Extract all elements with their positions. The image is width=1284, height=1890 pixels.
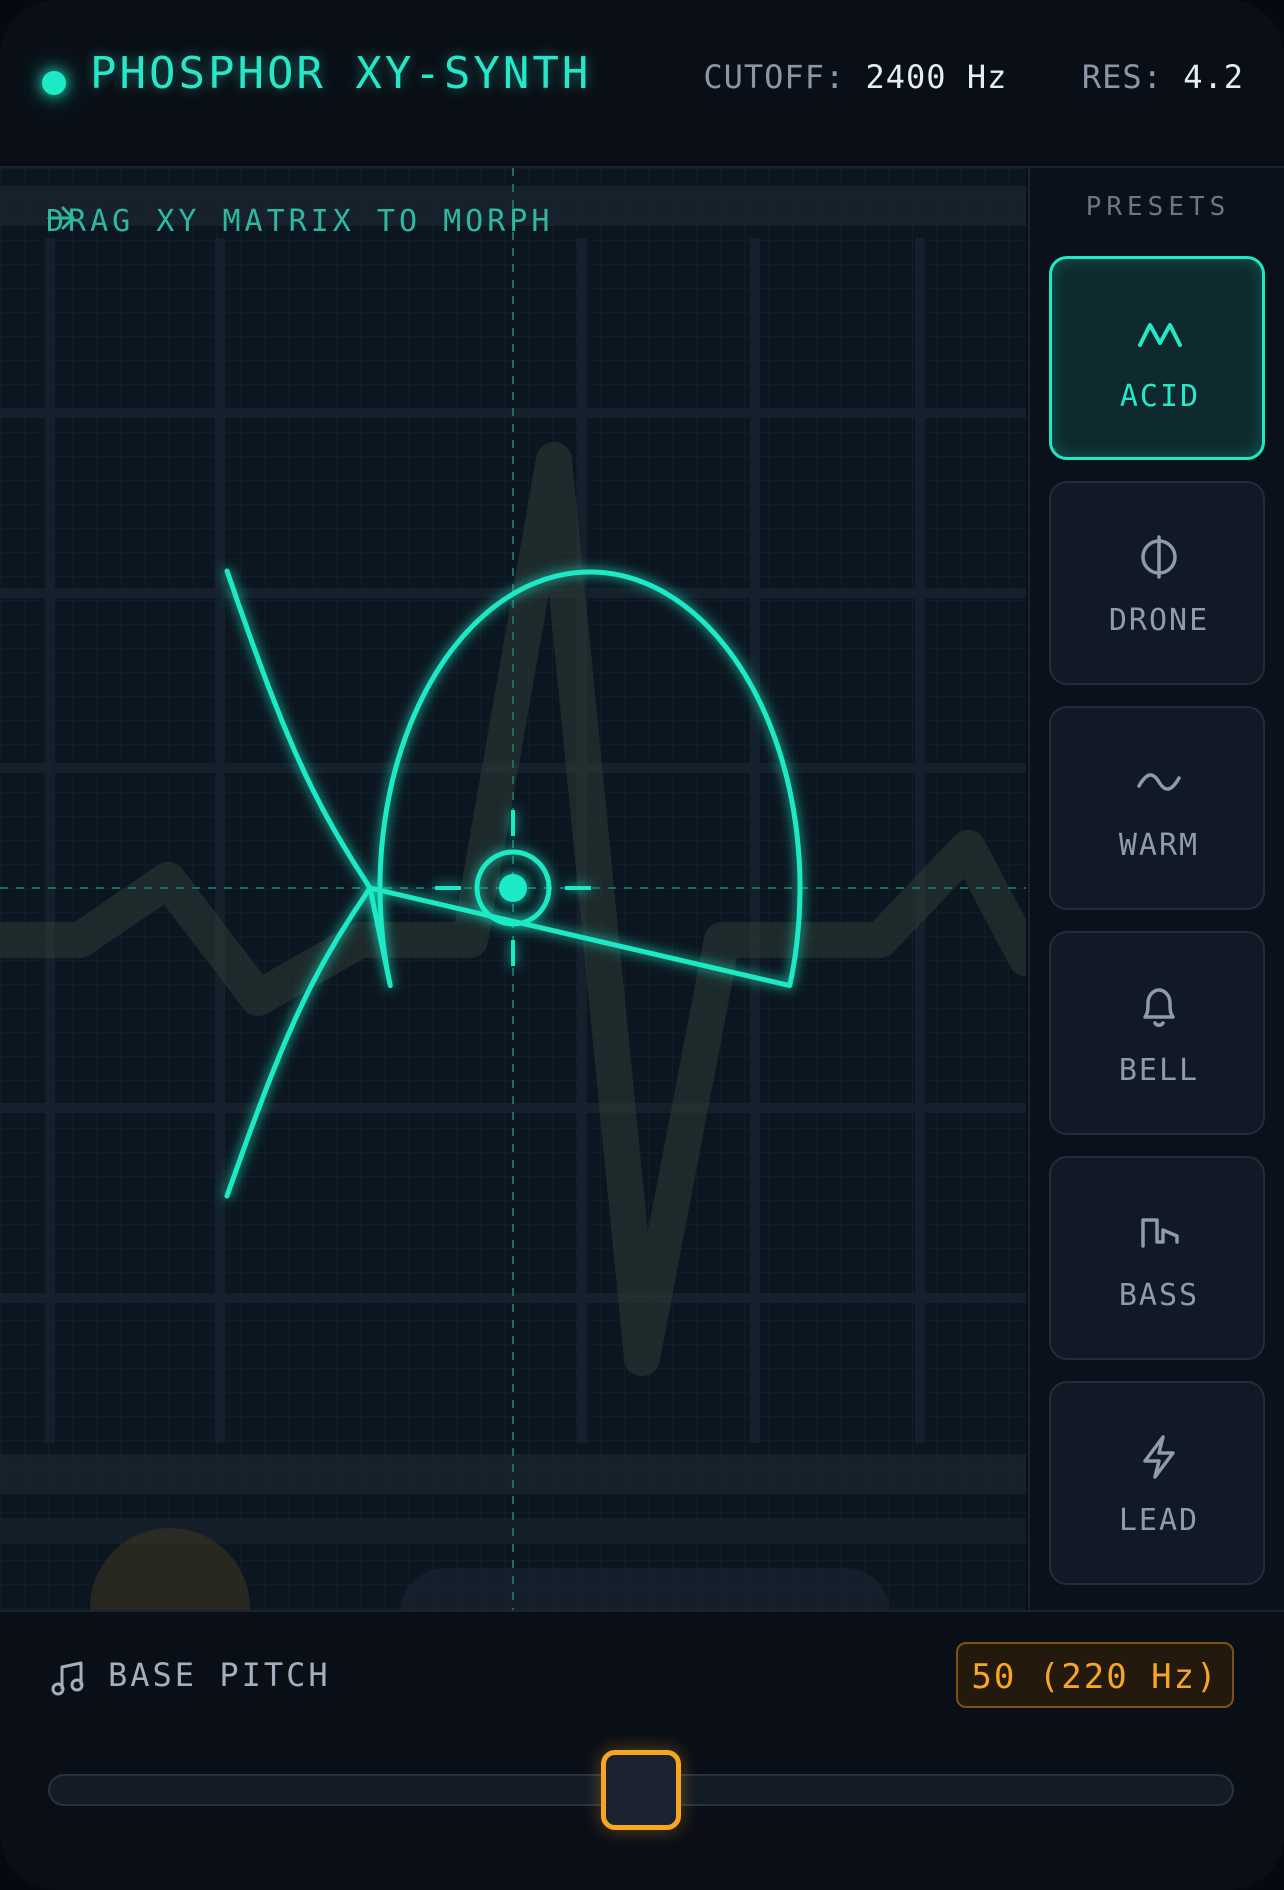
app-title: PHOSPHOR XY-SYNTH bbox=[90, 48, 592, 99]
preset-label: DRONE bbox=[1108, 603, 1210, 638]
arrow-right-icon bbox=[47, 206, 75, 230]
preset-label: BELL bbox=[1118, 1053, 1200, 1088]
cutoff-label: CUTOFF: bbox=[703, 58, 846, 96]
phi-circle-icon bbox=[1141, 535, 1177, 579]
music-note-icon bbox=[51, 1661, 84, 1696]
xy-matrix[interactable]: DRAG XY MATRIX TO MORPH bbox=[0, 168, 1026, 1610]
parameter-readouts: CUTOFF: 2400 Hz RES: 4.2 bbox=[703, 58, 1244, 96]
res-value: 4.2 bbox=[1183, 58, 1244, 96]
preset-bass[interactable]: BASS bbox=[1049, 1156, 1265, 1360]
res-label: RES: bbox=[1081, 58, 1163, 96]
footer: BASE PITCH 50 (220 Hz) bbox=[0, 1610, 1284, 1890]
preset-lead[interactable]: LEAD bbox=[1049, 1381, 1265, 1585]
presets-title: PRESETS bbox=[1085, 192, 1231, 222]
header: PHOSPHOR XY-SYNTH CUTOFF: 2400 Hz RES: 4… bbox=[0, 0, 1284, 168]
oscilloscope-display bbox=[0, 168, 1026, 1610]
cutoff-value: 2400 Hz bbox=[865, 58, 1008, 96]
matrix-hint-text: DRAG XY MATRIX TO MORPH bbox=[46, 204, 554, 239]
preset-warm[interactable]: WARM bbox=[1049, 706, 1265, 910]
preset-label: BASS bbox=[1118, 1278, 1200, 1313]
pitch-slider-thumb[interactable] bbox=[601, 1750, 681, 1830]
base-pitch-value: 50 (220 Hz) bbox=[956, 1642, 1234, 1708]
preset-label: WARM bbox=[1118, 828, 1200, 863]
preset-label: ACID bbox=[1119, 379, 1201, 414]
zigzag-icon bbox=[1138, 323, 1182, 347]
tilde-wave-icon bbox=[1137, 773, 1181, 791]
step-wave-icon bbox=[1141, 1218, 1179, 1248]
synth-app: PHOSPHOR XY-SYNTH CUTOFF: 2400 Hz RES: 4… bbox=[0, 0, 1284, 1890]
presets-panel: PRESETS ACID DRONE WARM BELL BASS LEAD bbox=[1028, 168, 1284, 1610]
preset-drone[interactable]: DRONE bbox=[1049, 481, 1265, 685]
lightning-icon bbox=[1143, 1435, 1175, 1479]
preset-acid[interactable]: ACID bbox=[1049, 256, 1265, 460]
status-indicator bbox=[42, 71, 66, 95]
preset-label: LEAD bbox=[1118, 1503, 1200, 1538]
matrix-hint: DRAG XY MATRIX TO MORPH bbox=[46, 204, 553, 239]
preset-bell[interactable]: BELL bbox=[1049, 931, 1265, 1135]
base-pitch-label: BASE PITCH bbox=[108, 1656, 331, 1694]
bell-icon bbox=[1143, 988, 1175, 1027]
